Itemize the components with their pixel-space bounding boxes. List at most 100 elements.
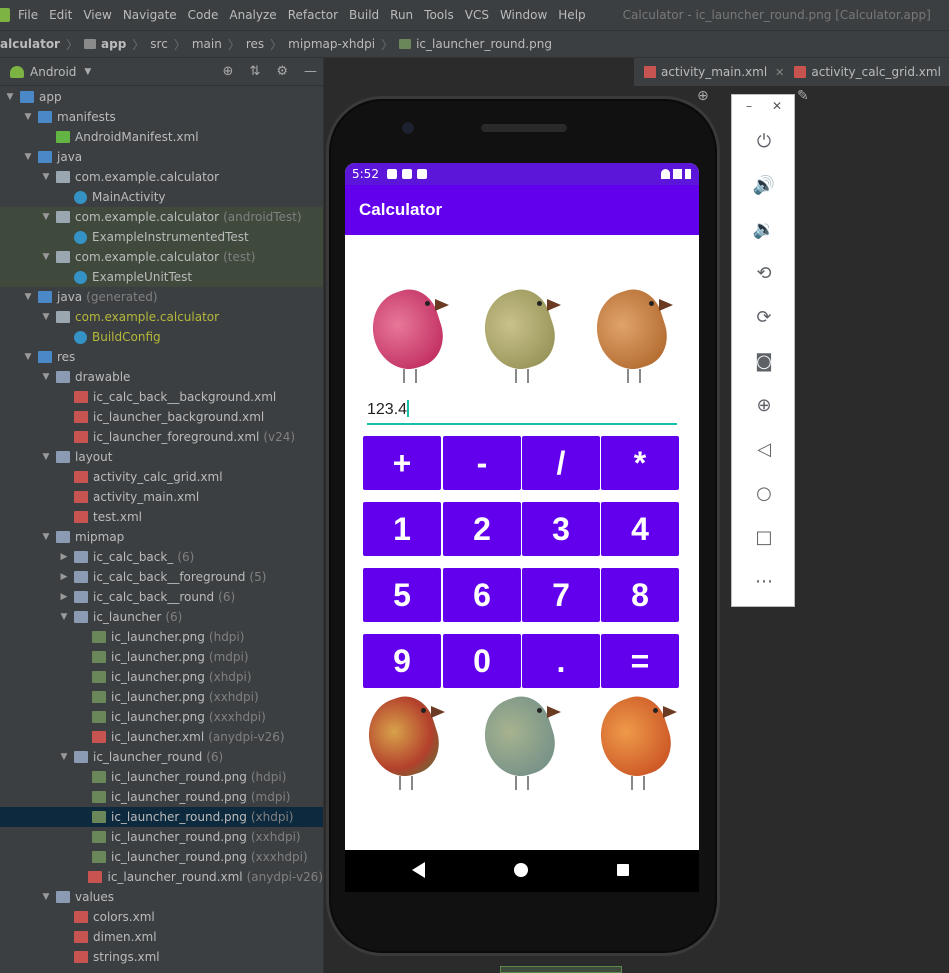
chevron-down-icon[interactable]: ▼: [22, 152, 34, 162]
chevron-down-icon[interactable]: ▼: [40, 372, 52, 382]
nav-overview-icon[interactable]: [617, 864, 629, 876]
menu-tools[interactable]: Tools: [424, 8, 454, 22]
menu-file[interactable]: File: [18, 8, 38, 22]
tree-item[interactable]: ▼ com.example.calculator: [0, 307, 323, 327]
key-plus[interactable]: +: [363, 436, 441, 490]
locate-icon[interactable]: ⊕: [223, 64, 234, 79]
tree-item[interactable]: ▶ ic_calc_back__round (6): [0, 587, 323, 607]
power-icon[interactable]: ⏻: [752, 129, 776, 153]
tab-activity-main[interactable]: activity_main.xml ✕: [644, 65, 784, 79]
key-decimal[interactable]: .: [522, 634, 600, 688]
tree-item[interactable]: ic_launcher.xml (anydpi-v26): [0, 727, 323, 747]
breadcrumb-item[interactable]: ic_launcher_round.png: [399, 37, 552, 51]
tree-item[interactable]: ▼ manifests: [0, 107, 323, 127]
project-view-selector[interactable]: Android: [30, 65, 76, 79]
tree-item[interactable]: ▼ ic_launcher (6): [0, 607, 323, 627]
chevron-down-icon[interactable]: ▼: [58, 752, 70, 762]
chevron-right-icon[interactable]: ▶: [58, 552, 70, 562]
volume-up-icon[interactable]: 🔊: [752, 173, 776, 197]
tree-item[interactable]: BuildConfig: [0, 327, 323, 347]
tree-item[interactable]: ic_launcher_foreground.xml (v24): [0, 427, 323, 447]
key-9[interactable]: 9: [363, 634, 441, 688]
menu-navigate[interactable]: Navigate: [123, 8, 177, 22]
key-7[interactable]: 7: [522, 568, 600, 622]
tree-item[interactable]: ic_launcher_round.png (xxhdpi): [0, 827, 323, 847]
key-8[interactable]: 8: [601, 568, 679, 622]
tab-activity-calc-grid[interactable]: activity_calc_grid.xml ✕: [794, 65, 949, 79]
breadcrumb-item[interactable]: main 〉: [192, 36, 246, 53]
tree-item[interactable]: ▼ com.example.calculator (test): [0, 247, 323, 267]
chevron-down-icon[interactable]: ▼: [22, 112, 34, 122]
chevron-right-icon[interactable]: ▶: [58, 592, 70, 602]
tree-item[interactable]: ExampleInstrumentedTest: [0, 227, 323, 247]
tree-item[interactable]: ▶ ic_calc_back_ (6): [0, 547, 323, 567]
chevron-down-icon[interactable]: ▼: [22, 292, 34, 302]
menu-build[interactable]: Build: [349, 8, 379, 22]
tree-item[interactable]: ▼ mipmap: [0, 527, 323, 547]
key-5[interactable]: 5: [363, 568, 441, 622]
tree-item[interactable]: ic_launcher_round.png (mdpi): [0, 787, 323, 807]
close-icon[interactable]: ✕: [775, 66, 784, 79]
tree-item[interactable]: test.xml: [0, 507, 323, 527]
tree-item[interactable]: ▼ com.example.calculator: [0, 167, 323, 187]
chevron-down-icon[interactable]: ▼: [4, 92, 16, 102]
chevron-down-icon[interactable]: ▼: [40, 892, 52, 902]
zoom-in-icon[interactable]: ⊕: [697, 88, 709, 104]
menu-help[interactable]: Help: [558, 8, 585, 22]
breadcrumb-item[interactable]: mipmap-xhdpi 〉: [288, 36, 399, 53]
chevron-down-icon[interactable]: ▼: [40, 212, 52, 222]
key-4[interactable]: 4: [601, 502, 679, 556]
breadcrumb-item[interactable]: src 〉: [150, 36, 192, 53]
tree-item[interactable]: ic_launcher_round.png (xxxhdpi): [0, 847, 323, 867]
tree-item[interactable]: activity_main.xml: [0, 487, 323, 507]
gear-icon[interactable]: ⚙: [276, 64, 288, 79]
tree-item[interactable]: ▼ values: [0, 887, 323, 907]
zoom-icon[interactable]: ⊕: [752, 393, 776, 417]
menu-view[interactable]: View: [83, 8, 111, 22]
tree-item[interactable]: ExampleUnitTest: [0, 267, 323, 287]
rotate-right-icon[interactable]: ⟳: [752, 305, 776, 329]
menu-vcs[interactable]: VCS: [465, 8, 489, 22]
camera-icon[interactable]: ◙: [752, 349, 776, 373]
key-multiply[interactable]: *: [601, 436, 679, 490]
collapse-icon[interactable]: ⇅: [249, 64, 260, 79]
key-3[interactable]: 3: [522, 502, 600, 556]
tree-item[interactable]: ic_launcher.png (xxhdpi): [0, 687, 323, 707]
chevron-down-icon[interactable]: ▼: [40, 312, 52, 322]
tree-item[interactable]: ▼ java (generated): [0, 287, 323, 307]
tree-item[interactable]: ic_launcher_round.xml (anydpi-v26): [0, 867, 323, 887]
tree-item[interactable]: AndroidManifest.xml: [0, 127, 323, 147]
close-icon[interactable]: ✕: [772, 99, 782, 113]
breadcrumb-item[interactable]: alculator 〉: [0, 36, 84, 53]
tree-item[interactable]: ic_calc_back__background.xml: [0, 387, 323, 407]
tree-item[interactable]: ▼ drawable: [0, 367, 323, 387]
key-0[interactable]: 0: [443, 634, 521, 688]
minimize-icon[interactable]: –: [746, 99, 752, 113]
rotate-left-icon[interactable]: ⟲: [752, 261, 776, 285]
breadcrumb-item[interactable]: res 〉: [246, 36, 288, 53]
chevron-down-icon[interactable]: ▼: [22, 352, 34, 362]
menu-window[interactable]: Window: [500, 8, 547, 22]
tree-item[interactable]: ic_launcher.png (hdpi): [0, 627, 323, 647]
key-equals[interactable]: =: [601, 634, 679, 688]
tree-item[interactable]: ▼ ic_launcher_round (6): [0, 747, 323, 767]
chevron-down-icon[interactable]: ▼: [58, 612, 70, 622]
chevron-down-icon[interactable]: ▼: [40, 252, 52, 262]
chevron-down-icon[interactable]: ▼: [40, 532, 52, 542]
tree-item[interactable]: ▶ ic_calc_back__foreground (5): [0, 567, 323, 587]
key-divide[interactable]: /: [522, 436, 600, 490]
tree-item[interactable]: ▼ layout: [0, 447, 323, 467]
back-icon[interactable]: ◁: [752, 437, 776, 461]
chevron-down-icon[interactable]: ▼: [40, 172, 52, 182]
tree-item[interactable]: ▼ com.example.calculator (androidTest): [0, 207, 323, 227]
tree-item[interactable]: colors.xml: [0, 907, 323, 927]
chevron-down-icon[interactable]: ▼: [40, 452, 52, 462]
tree-item[interactable]: ▼ app: [0, 87, 323, 107]
more-icon[interactable]: ⋯: [752, 569, 776, 593]
tree-item[interactable]: ic_launcher_background.xml: [0, 407, 323, 427]
tree-item[interactable]: strings.xml: [0, 947, 323, 967]
key-minus[interactable]: -: [443, 436, 521, 490]
tree-item[interactable]: activity_calc_grid.xml: [0, 467, 323, 487]
tree-item[interactable]: ic_launcher_round.png (xhdpi): [0, 807, 323, 827]
menu-edit[interactable]: Edit: [49, 8, 72, 22]
